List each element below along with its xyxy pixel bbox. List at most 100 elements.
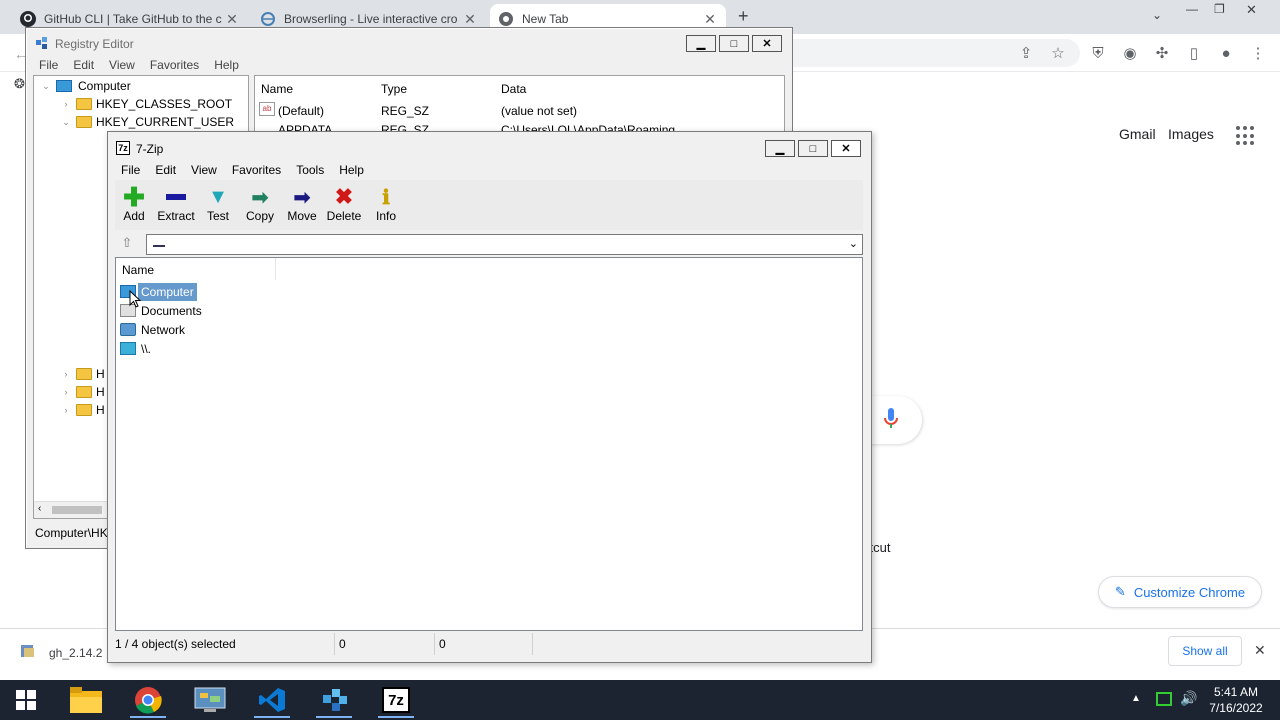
expanded-arrow-icon[interactable]: ⌄ bbox=[60, 117, 72, 128]
extensions-puzzle-icon[interactable]: ✣ bbox=[1151, 42, 1173, 64]
battery-icon[interactable] bbox=[1156, 692, 1172, 706]
menu-file[interactable]: File bbox=[121, 163, 140, 177]
gmail-link[interactable]: Gmail bbox=[1119, 126, 1156, 142]
button-label: Delete bbox=[326, 209, 362, 223]
download-filename[interactable]: gh_2.14.2 bbox=[49, 646, 102, 660]
tab-search-icon[interactable]: ⌄ bbox=[1152, 8, 1162, 22]
item-label: Network bbox=[141, 322, 186, 337]
menu-tools[interactable]: Tools bbox=[296, 163, 324, 177]
scroll-left-arrow-icon[interactable]: ‹ bbox=[38, 503, 41, 514]
folder-icon bbox=[70, 687, 102, 713]
minimize-icon[interactable]: — bbox=[1186, 2, 1198, 16]
tree-node-hkcr[interactable]: › HKEY_CLASSES_ROOT bbox=[60, 95, 233, 113]
new-tab-button[interactable]: + bbox=[738, 6, 749, 27]
sevenzip-close-button[interactable]: ✕ bbox=[831, 140, 861, 157]
share-icon[interactable]: ⇪ bbox=[1015, 42, 1037, 64]
column-header-name[interactable]: Name bbox=[261, 82, 293, 96]
show-hidden-icons-icon[interactable]: ▲ bbox=[1131, 693, 1141, 704]
sevenzip-file-list[interactable] bbox=[115, 257, 863, 631]
info-button[interactable]: ℹ Info bbox=[365, 185, 407, 229]
move-button[interactable]: ➡ Move bbox=[281, 185, 323, 229]
list-item-device-root[interactable]: \\. bbox=[120, 339, 154, 358]
collapsed-arrow-icon[interactable]: › bbox=[60, 99, 72, 109]
shield-icon[interactable]: ⛨ bbox=[1087, 42, 1109, 64]
taskbar-registry-editor[interactable] bbox=[310, 682, 358, 718]
volume-icon[interactable]: 🔊 bbox=[1180, 690, 1197, 707]
registry-close-button[interactable]: ✕ bbox=[752, 35, 782, 52]
extract-button[interactable]: Extract bbox=[155, 185, 197, 229]
sevenzip-maximize-button[interactable]: □ bbox=[798, 140, 828, 157]
bookmark-star-icon[interactable]: ☆ bbox=[1047, 42, 1069, 64]
button-label: Test bbox=[206, 209, 229, 223]
root-path-icon bbox=[153, 238, 165, 247]
taskbar-7zip[interactable]: 7z bbox=[372, 682, 420, 718]
test-button[interactable]: ▼ Test bbox=[197, 185, 239, 229]
taskbar-vscode[interactable] bbox=[248, 682, 296, 718]
tree-node-hku[interactable]: › H bbox=[60, 383, 105, 401]
scrollbar-thumb[interactable] bbox=[52, 506, 102, 514]
path-combobox[interactable]: ⌄ bbox=[146, 234, 863, 255]
close-tab-icon[interactable]: ✕ bbox=[462, 11, 478, 28]
close-tab-icon[interactable]: ✕ bbox=[702, 11, 718, 28]
menu-edit[interactable]: Edit bbox=[155, 163, 176, 177]
customize-chrome-button[interactable]: ✎ Customize Chrome bbox=[1098, 576, 1262, 608]
registry-maximize-button[interactable]: □ bbox=[719, 35, 749, 52]
menu-help[interactable]: Help bbox=[339, 163, 364, 177]
profile-avatar-icon[interactable]: ● bbox=[1215, 42, 1237, 64]
menu-help[interactable]: Help bbox=[214, 58, 239, 72]
system-clock[interactable]: 5:41 AM 7/16/2022 bbox=[1200, 684, 1272, 716]
collapsed-arrow-icon[interactable]: › bbox=[60, 387, 72, 397]
tree-node-hkcu[interactable]: ⌄ HKEY_CURRENT_USER bbox=[60, 113, 234, 131]
add-button[interactable]: ✚ Add bbox=[113, 182, 155, 229]
collapsed-arrow-icon[interactable]: › bbox=[60, 369, 72, 379]
menu-file[interactable]: File bbox=[39, 58, 58, 72]
close-tab-icon[interactable]: ✕ bbox=[224, 11, 240, 28]
tree-node-computer[interactable]: ⌄ Computer bbox=[40, 77, 130, 95]
github-icon bbox=[20, 11, 36, 27]
delete-button[interactable]: ✖ Delete bbox=[323, 184, 365, 229]
start-button[interactable] bbox=[2, 682, 50, 718]
taskbar-control-panel[interactable] bbox=[186, 682, 234, 718]
sevenzip-minimize-button[interactable]: ▁ bbox=[765, 140, 795, 157]
column-header-type[interactable]: Type bbox=[381, 82, 407, 96]
network-icon bbox=[120, 323, 136, 336]
registry-minimize-button[interactable]: ▁ bbox=[686, 35, 716, 52]
show-all-downloads-button[interactable]: Show all bbox=[1168, 636, 1242, 666]
images-link[interactable]: Images bbox=[1168, 126, 1214, 142]
column-header-data[interactable]: Data bbox=[501, 82, 526, 96]
restore-icon[interactable]: ❐ bbox=[1214, 2, 1225, 16]
collapsed-arrow-icon[interactable]: › bbox=[60, 405, 72, 415]
side-panel-icon[interactable]: ▯ bbox=[1183, 42, 1205, 64]
list-item-network[interactable]: Network bbox=[120, 320, 188, 339]
dropdown-arrow-icon[interactable]: ⌄ bbox=[849, 237, 858, 250]
taskbar-file-explorer[interactable] bbox=[62, 682, 110, 718]
close-window-icon[interactable]: ✕ bbox=[1246, 2, 1257, 18]
google-apps-icon[interactable] bbox=[1236, 126, 1256, 146]
taskbar-chrome[interactable] bbox=[124, 682, 172, 718]
pencil-icon: ✎ bbox=[1114, 584, 1126, 599]
copy-button[interactable]: ➡ Copy bbox=[239, 185, 281, 229]
value-name[interactable]: (Default) bbox=[278, 104, 324, 118]
microphone-icon[interactable] bbox=[882, 406, 900, 432]
menu-view[interactable]: View bbox=[191, 163, 217, 177]
expanded-arrow-icon[interactable]: ⌄ bbox=[40, 81, 52, 92]
column-header-name[interactable]: Name bbox=[116, 258, 276, 280]
menu-favorites[interactable]: Favorites bbox=[150, 58, 199, 72]
tree-horizontal-scrollbar[interactable]: ‹ bbox=[34, 501, 108, 518]
chrome-icon bbox=[135, 687, 162, 714]
menu-kebab-icon[interactable]: ⋮ bbox=[1247, 42, 1269, 64]
control-panel-icon bbox=[194, 687, 226, 712]
tree-node-hkcc[interactable]: › H bbox=[60, 401, 105, 419]
installer-file-icon bbox=[20, 643, 36, 659]
tree-node-hklm[interactable]: › H bbox=[60, 365, 105, 383]
customize-label: Customize Chrome bbox=[1133, 584, 1246, 600]
menu-view[interactable]: View bbox=[109, 58, 135, 72]
close-download-bar-icon[interactable]: ✕ bbox=[1254, 642, 1266, 659]
extension-flag-icon[interactable]: ◉ bbox=[1119, 42, 1141, 64]
folder-up-icon[interactable]: ⇧ bbox=[118, 235, 136, 253]
info-icon: ℹ bbox=[382, 186, 390, 209]
menu-edit[interactable]: Edit bbox=[73, 58, 94, 72]
tree-label: HKEY_CURRENT_USER bbox=[96, 115, 235, 129]
apps-shortcut-icon[interactable]: ❂ bbox=[14, 76, 25, 92]
menu-favorites[interactable]: Favorites bbox=[232, 163, 281, 177]
